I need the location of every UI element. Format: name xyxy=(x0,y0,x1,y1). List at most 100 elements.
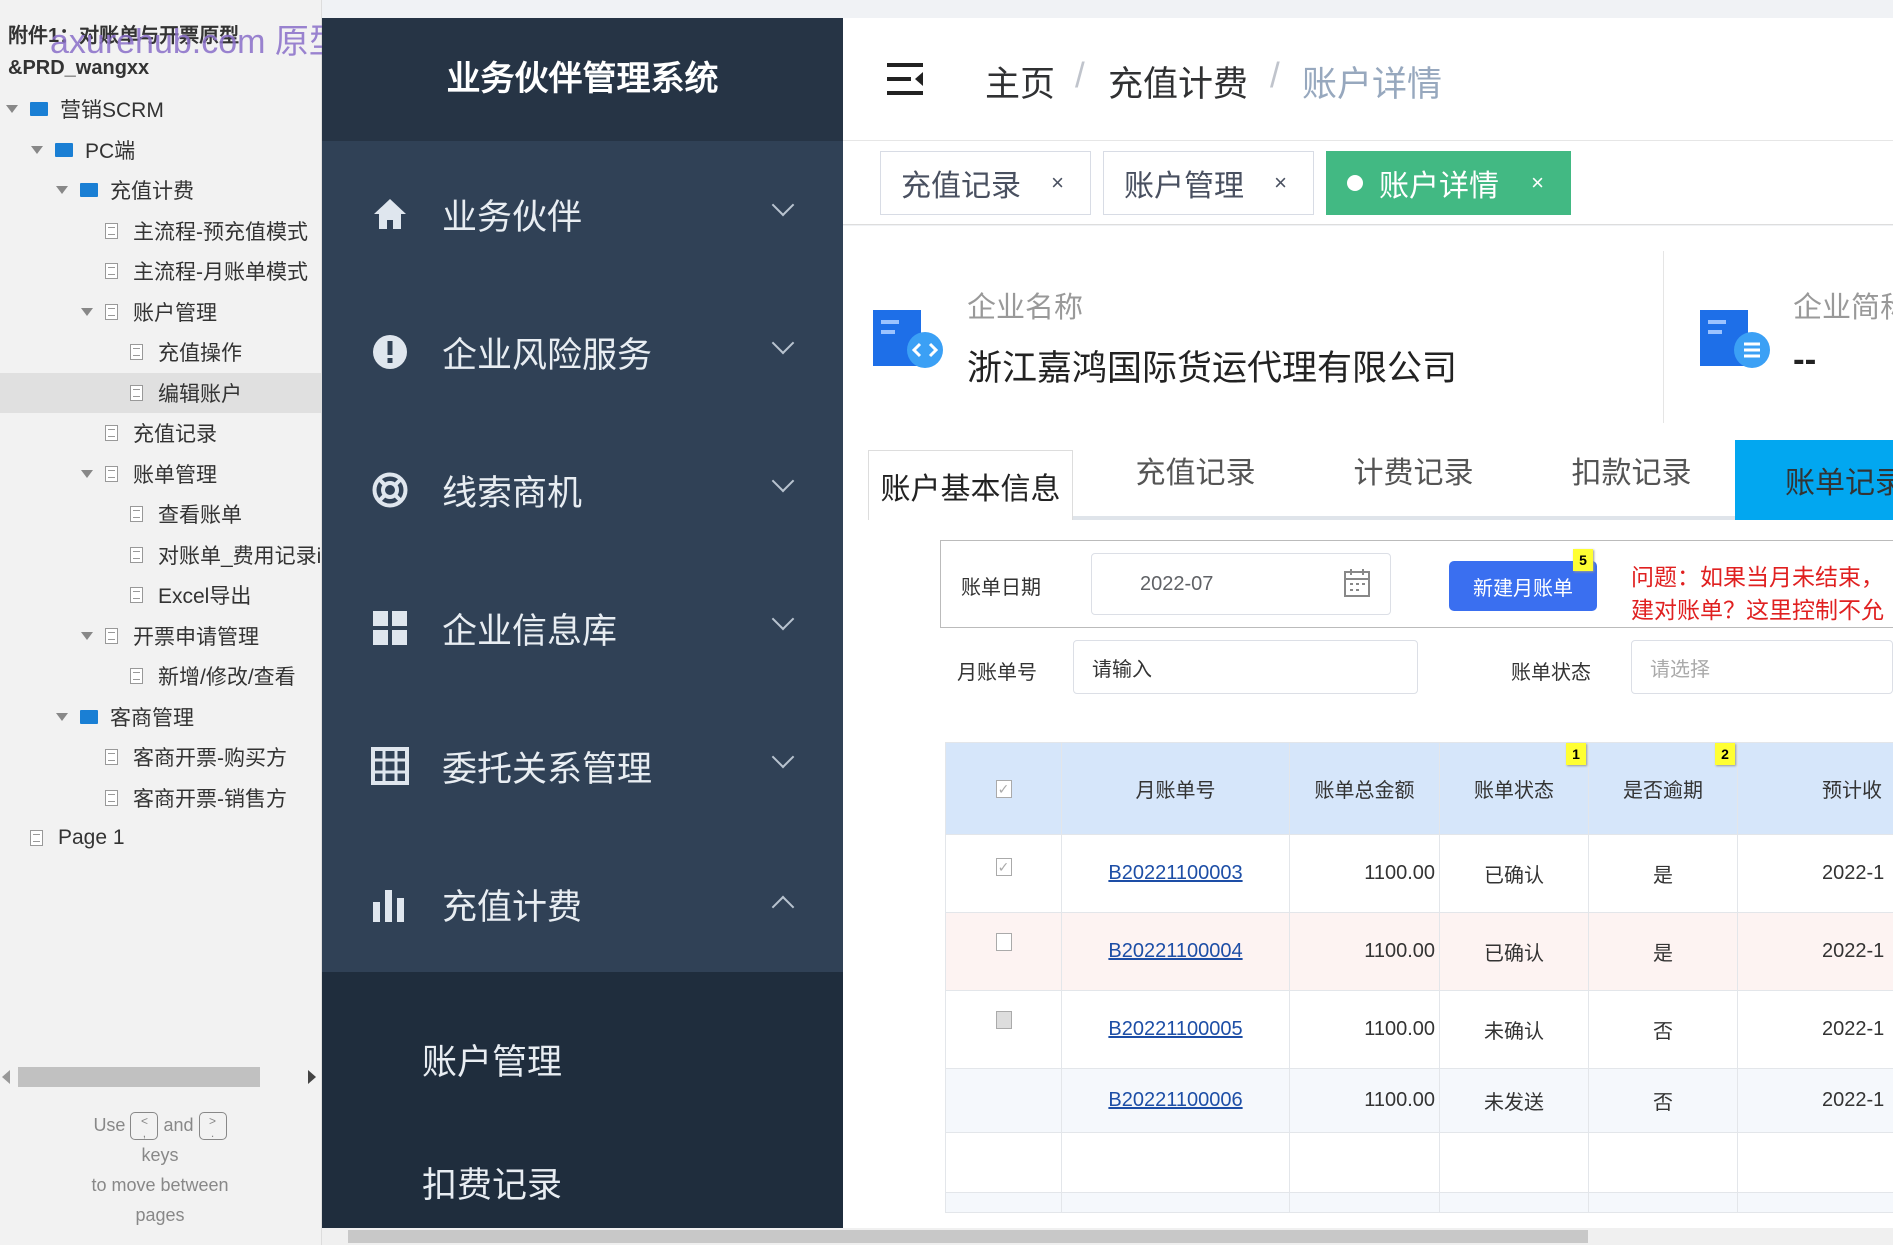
expand-arrow-icon[interactable] xyxy=(81,631,93,640)
page-icon xyxy=(105,222,118,239)
tree-item[interactable]: 编辑账户 xyxy=(0,372,321,413)
tree-horizontal-scrollbar[interactable] xyxy=(18,1067,260,1087)
inner-tab-recharge[interactable]: 充值记录 xyxy=(1093,430,1298,510)
submenu-item-account[interactable]: 账户管理 xyxy=(422,1034,562,1085)
sidebar-item[interactable]: 企业信息库 xyxy=(322,593,843,663)
select-all-checkbox[interactable]: ✓ xyxy=(945,742,1062,835)
close-icon[interactable]: × xyxy=(1531,170,1544,196)
inner-tab-charges[interactable]: 计费记录 xyxy=(1311,430,1516,510)
submenu-item-deduction[interactable]: 扣费记录 xyxy=(422,1157,562,1208)
page-tree-panel: 附件1：对账单与开票原型 &PRD_wangxx 营销SCRM PC端 充值计费 主流程… xyxy=(0,0,322,1245)
tree-item[interactable]: 充值记录 xyxy=(0,413,321,453)
tree-item-label: 账户管理 xyxy=(133,301,217,325)
chevron-down-icon xyxy=(771,331,795,355)
expand-arrow-icon[interactable] xyxy=(81,307,93,316)
bills-table: ✓ 月账单号 账单总金额 账单状态 1 是否逾期 2 预计收 ✓ B202211000… xyxy=(945,742,1893,1213)
horizontal-scrollbar[interactable] xyxy=(322,1228,1893,1245)
page-icon xyxy=(105,627,118,644)
page-icon xyxy=(130,668,143,684)
tree-item[interactable]: 客商开票-销售方 xyxy=(0,778,321,818)
tree-item[interactable]: 对账单_费用记录i xyxy=(0,535,321,575)
tree-item-label: PC端 xyxy=(85,139,136,163)
page-icon xyxy=(105,303,118,320)
expand-arrow-icon[interactable] xyxy=(6,105,18,113)
tree-item[interactable]: 新增/修改/查看 xyxy=(0,656,321,696)
main-content: 企业名称 浙江嘉鸿国际货运代理有限公司 企业简称 -- 账户基本信息 充值记录 … xyxy=(843,226,1893,1228)
tree-item[interactable]: 充值计费 xyxy=(0,170,321,210)
inner-tab-bills[interactable]: 账单记录 xyxy=(1735,440,1893,520)
bill-status-select[interactable]: 请选择 xyxy=(1631,640,1893,694)
bill-number-link[interactable]: B20221100003 xyxy=(1108,862,1242,884)
company-name-label: 企业名称 xyxy=(967,292,1084,324)
tab-account-management[interactable]: 账户管理 × xyxy=(1103,151,1314,215)
annotation-badge: 2 xyxy=(1715,743,1735,765)
tree-item-label: 客商管理 xyxy=(110,706,194,730)
company-short-label: 企业简称 xyxy=(1793,292,1893,324)
tree-item[interactable]: Page 1 xyxy=(0,818,321,858)
close-icon[interactable]: × xyxy=(1274,170,1287,196)
expand-arrow-icon[interactable] xyxy=(56,186,68,194)
bill-number-link[interactable]: B20221100005 xyxy=(1108,1018,1242,1040)
tree-item[interactable]: 主流程-预充值模式 xyxy=(0,211,321,251)
inner-tab-deductions[interactable]: 扣款记录 xyxy=(1529,430,1734,510)
tree-item[interactable]: 客商管理 xyxy=(0,697,321,737)
tree-item[interactable]: Excel导出 xyxy=(0,575,321,615)
tree-item[interactable]: 营销SCRM xyxy=(0,89,321,129)
tree-item-label: 主流程-预充值模式 xyxy=(133,220,308,244)
sidebar-item[interactable]: 企业风险服务 xyxy=(322,317,843,387)
scroll-right-arrow[interactable] xyxy=(308,1070,316,1084)
bill-number-input[interactable]: 请输入 xyxy=(1073,640,1418,694)
tree-item-label: 编辑账户 xyxy=(158,382,242,406)
active-dot-icon xyxy=(1347,175,1363,191)
tree-item[interactable]: 开票申请管理 xyxy=(0,616,321,656)
menu-toggle-icon[interactable] xyxy=(885,62,925,96)
tree-item[interactable]: 充值操作 xyxy=(0,332,321,372)
bill-number-link[interactable]: B20221100006 xyxy=(1108,1089,1242,1111)
tree-item[interactable]: 客商开票-购买方 xyxy=(0,737,321,777)
chevron-up-icon xyxy=(771,895,795,919)
chevron-down-icon xyxy=(771,607,795,631)
alert-icon xyxy=(370,332,410,372)
inner-tab-basic-info[interactable]: 账户基本信息 xyxy=(868,450,1073,520)
tree-item-label: 查看账单 xyxy=(158,504,242,527)
expand-arrow-icon[interactable] xyxy=(81,469,93,478)
chevron-down-icon xyxy=(771,469,795,493)
tree-item[interactable]: PC端 xyxy=(0,130,321,170)
tree-item-label: 客商开票-购买方 xyxy=(133,747,287,770)
scroll-left-arrow[interactable] xyxy=(2,1070,10,1084)
tree-item[interactable]: 账单管理 xyxy=(0,454,321,494)
row-checkbox[interactable] xyxy=(995,933,1012,951)
sidebar-item[interactable]: 委托关系管理 xyxy=(322,731,843,801)
sidebar-item[interactable]: 业务伙伴 xyxy=(322,179,843,249)
chevron-down-icon xyxy=(771,193,795,217)
sidebar-item[interactable]: 线索商机 xyxy=(322,455,843,525)
tree-item-label: 主流程-月账单模式 xyxy=(133,261,308,284)
scrollbar-thumb[interactable] xyxy=(348,1230,1588,1243)
sidebar-item-label: 委托关系管理 xyxy=(442,749,653,789)
tree-item-label: Page 1 xyxy=(58,826,125,849)
sidebar-item-label: 线索商机 xyxy=(442,473,583,513)
table-icon xyxy=(370,746,410,786)
tree-item-label: 营销SCRM xyxy=(60,99,164,122)
divider xyxy=(1663,251,1664,423)
tab-account-details[interactable]: 账户详情 × xyxy=(1326,151,1571,215)
expand-arrow-icon[interactable] xyxy=(31,145,43,154)
tree-item[interactable]: 主流程-月账单模式 xyxy=(0,251,321,291)
bill-number-link[interactable]: B20221100004 xyxy=(1108,940,1242,962)
calendar-icon[interactable] xyxy=(1344,568,1370,604)
expand-arrow-icon[interactable] xyxy=(56,712,68,721)
tree-item[interactable]: 查看账单 xyxy=(0,494,321,534)
row-checkbox[interactable]: ✓ xyxy=(995,858,1012,876)
tree-item[interactable]: 账户管理 xyxy=(0,292,321,332)
table-row: B20221100005 1100.00 未确认否 2022-1 xyxy=(945,990,1893,1069)
page-icon xyxy=(130,384,143,401)
table-row: B20221100004 1100.00 已确认是 2022-1 xyxy=(945,912,1893,991)
breadcrumb-billing[interactable]: 充值计费 xyxy=(1108,56,1248,107)
page-icon xyxy=(105,465,118,482)
tab-recharge-records[interactable]: 充值记录 × xyxy=(880,151,1091,215)
company-short-icon xyxy=(1700,308,1772,375)
close-icon[interactable]: × xyxy=(1051,170,1064,196)
breadcrumb-home[interactable]: 主页 xyxy=(985,56,1055,107)
bill-date-input[interactable]: 2022-07 xyxy=(1091,553,1391,615)
sidebar-item[interactable]: 充值计费 xyxy=(322,869,843,939)
